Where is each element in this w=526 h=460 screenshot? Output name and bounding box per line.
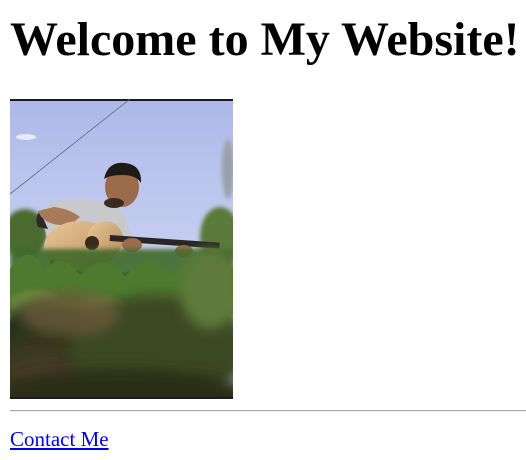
- contact-me-link[interactable]: Contact Me: [10, 426, 109, 452]
- profile-photo-image: [10, 99, 233, 399]
- divider: [10, 410, 526, 412]
- page: Welcome to My Website! Contact Me: [0, 0, 526, 460]
- page-title: Welcome to My Website!: [10, 13, 520, 66]
- profile-photo: [10, 99, 233, 399]
